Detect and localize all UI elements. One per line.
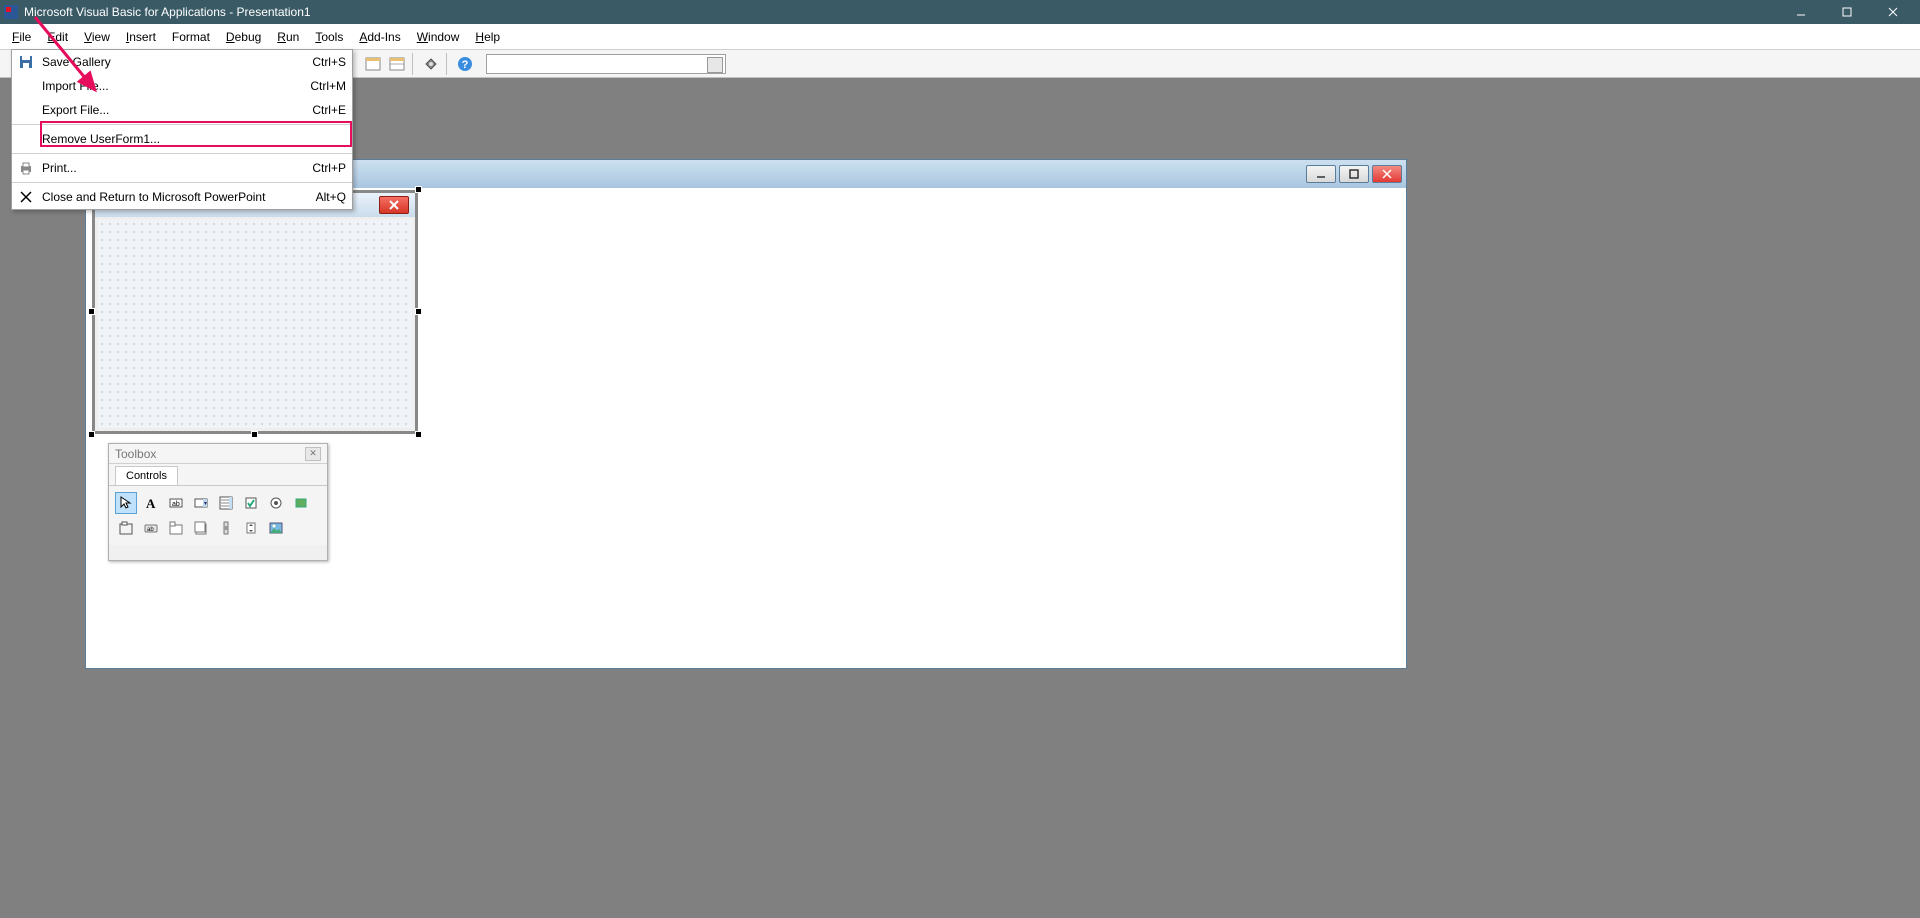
properties-window-icon[interactable] xyxy=(386,53,408,75)
menu-item-close-return[interactable]: Close and Return to Microsoft PowerPoint… xyxy=(12,185,352,209)
menu-item-shortcut: Ctrl+S xyxy=(312,55,346,69)
resize-handle[interactable] xyxy=(415,431,422,438)
menu-item-label: Save Gallery xyxy=(42,55,111,69)
menu-item-import-file[interactable]: Import File... Ctrl+M xyxy=(12,74,352,98)
tool-checkbox-icon[interactable] xyxy=(240,492,262,514)
toolbox-tabstrip: Controls xyxy=(109,464,327,486)
menu-separator xyxy=(12,124,352,125)
menu-run[interactable]: Run xyxy=(269,27,307,47)
form-designer-window[interactable]: UserForm1 xyxy=(85,159,1407,669)
menu-item-shortcut: Ctrl+P xyxy=(312,161,346,175)
toolbox-close-button[interactable]: ✕ xyxy=(305,447,321,461)
toolbox-tools-panel: A ab ab xyxy=(109,486,327,545)
tool-pointer-icon[interactable] xyxy=(115,492,137,514)
menu-window[interactable]: Window xyxy=(409,27,468,47)
toolbox-window[interactable]: Toolbox ✕ Controls A ab ab xyxy=(108,443,328,561)
project-explorer-icon[interactable] xyxy=(362,53,384,75)
tool-combobox-icon[interactable] xyxy=(190,492,212,514)
userform[interactable]: UserForm1 xyxy=(92,190,418,434)
menu-item-shortcut: Ctrl+E xyxy=(312,103,346,117)
tool-multipage-icon[interactable] xyxy=(190,517,212,539)
svg-text:A: A xyxy=(146,496,156,510)
save-icon xyxy=(18,54,34,70)
tool-listbox-icon[interactable] xyxy=(215,492,237,514)
menu-item-shortcut: Ctrl+M xyxy=(310,79,346,93)
tool-scrollbar-icon[interactable] xyxy=(215,517,237,539)
close-button[interactable] xyxy=(1870,0,1916,24)
toolbox-titlebar[interactable]: Toolbox ✕ xyxy=(109,444,327,464)
menu-debug[interactable]: Debug xyxy=(218,27,269,47)
minimize-button[interactable] xyxy=(1778,0,1824,24)
menu-separator xyxy=(12,153,352,154)
svg-text:ab: ab xyxy=(172,501,180,508)
child-close-button[interactable] xyxy=(1372,165,1402,183)
userform-design-surface[interactable] xyxy=(98,220,412,428)
title-bar: Microsoft Visual Basic for Applications … xyxy=(0,0,1920,24)
menu-item-remove-userform[interactable]: Remove UserForm1... xyxy=(12,127,352,151)
procedure-combo[interactable] xyxy=(486,54,726,74)
menu-insert[interactable]: Insert xyxy=(118,27,164,47)
menu-file[interactable]: File xyxy=(4,27,39,47)
resize-handle[interactable] xyxy=(415,186,422,193)
child-maximize-button[interactable] xyxy=(1339,165,1369,183)
form-designer-canvas[interactable]: UserForm1 xyxy=(92,190,1400,662)
tool-tabstrip-icon[interactable] xyxy=(165,517,187,539)
menu-item-label: Print... xyxy=(42,161,77,175)
userform-close-button[interactable] xyxy=(379,196,409,214)
tool-commandbutton-icon[interactable]: ab xyxy=(140,517,162,539)
menu-format[interactable]: Format xyxy=(164,27,218,47)
resize-handle[interactable] xyxy=(415,308,422,315)
tool-spinbutton-icon[interactable] xyxy=(240,517,262,539)
menu-item-label: Remove UserForm1... xyxy=(42,132,160,146)
toolbox-icon[interactable] xyxy=(420,53,442,75)
tool-image-icon[interactable] xyxy=(265,517,287,539)
menu-addins[interactable]: Add-Ins xyxy=(351,27,408,47)
toolbox-title-text: Toolbox xyxy=(115,447,156,461)
menu-item-save-gallery[interactable]: Save Gallery Ctrl+S xyxy=(12,50,352,74)
menu-item-export-file[interactable]: Export File... Ctrl+E xyxy=(12,98,352,122)
tool-togglebutton-icon[interactable] xyxy=(290,492,312,514)
menu-item-print[interactable]: Print... Ctrl+P xyxy=(12,156,352,180)
resize-handle[interactable] xyxy=(251,431,258,438)
svg-text:ab: ab xyxy=(147,527,154,533)
file-dropdown-menu: Save Gallery Ctrl+S Import File... Ctrl+… xyxy=(11,49,353,210)
menu-separator xyxy=(12,182,352,183)
title-text: Microsoft Visual Basic for Applications … xyxy=(24,5,311,19)
resize-handle[interactable] xyxy=(88,431,95,438)
tool-frame-icon[interactable] xyxy=(115,517,137,539)
tool-optionbutton-icon[interactable] xyxy=(265,492,287,514)
menu-view[interactable]: View xyxy=(76,27,118,47)
resize-handle[interactable] xyxy=(88,308,95,315)
menu-tools[interactable]: Tools xyxy=(307,27,351,47)
tool-label-icon[interactable]: A xyxy=(140,492,162,514)
app-icon xyxy=(4,5,18,19)
menu-bar: File Edit View Insert Format Debug Run T… xyxy=(0,24,1920,50)
print-icon xyxy=(18,160,34,176)
close-icon xyxy=(18,189,34,205)
child-minimize-button[interactable] xyxy=(1306,165,1336,183)
toolbox-tab-controls[interactable]: Controls xyxy=(115,466,178,485)
tool-textbox-icon[interactable]: ab xyxy=(165,492,187,514)
maximize-button[interactable] xyxy=(1824,0,1870,24)
svg-text:?: ? xyxy=(462,59,469,71)
menu-item-label: Import File... xyxy=(42,79,109,93)
menu-help[interactable]: Help xyxy=(467,27,508,47)
menu-item-label: Export File... xyxy=(42,103,109,117)
menu-item-label: Close and Return to Microsoft PowerPoint xyxy=(42,190,265,204)
menu-item-shortcut: Alt+Q xyxy=(316,190,346,204)
help-icon[interactable]: ? xyxy=(454,53,476,75)
menu-edit[interactable]: Edit xyxy=(39,27,76,47)
